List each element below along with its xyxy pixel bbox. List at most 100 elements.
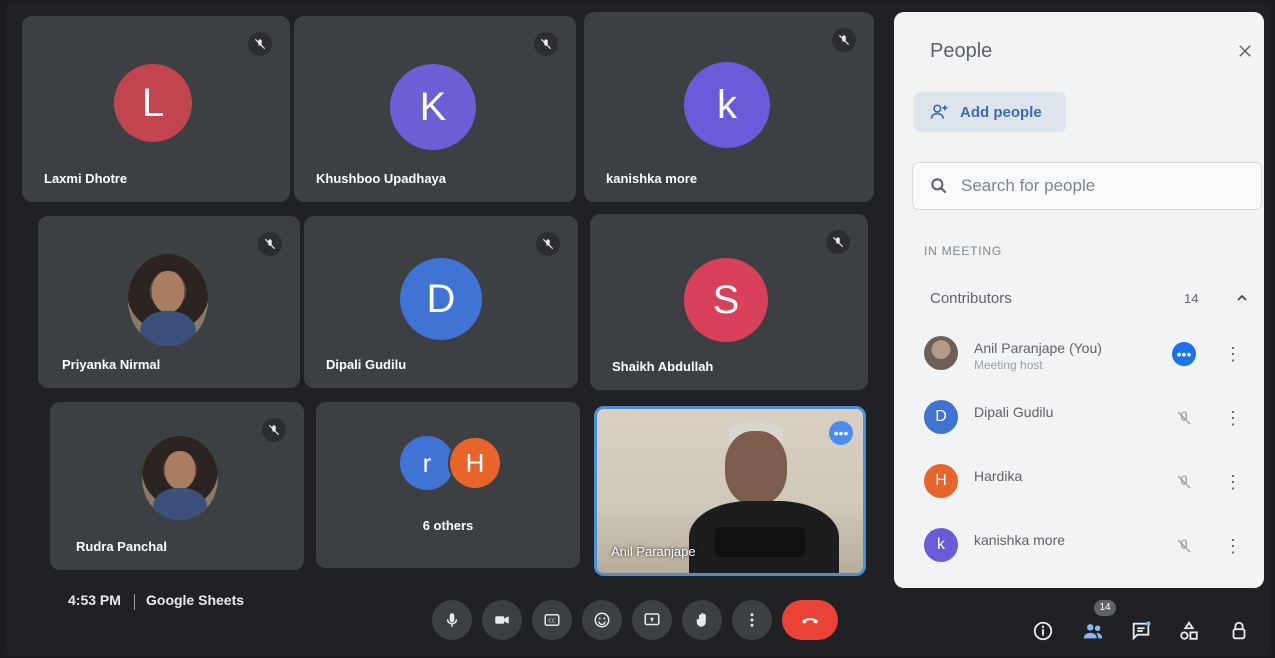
chat-icon	[1132, 621, 1151, 641]
avatar	[142, 436, 218, 520]
participant-tile[interactable]: Rudra Panchal	[50, 402, 304, 570]
participant-name: Shaikh Abdullah	[612, 359, 714, 374]
others-tile[interactable]: r H 6 others	[316, 402, 580, 568]
contributors-section-header[interactable]: Contributors 14	[912, 278, 1262, 318]
kebab-menu-icon[interactable]: ⋮	[1224, 534, 1242, 558]
list-item[interactable]: H Hardika ⋮	[924, 456, 1264, 506]
others-label: 6 others	[422, 518, 474, 533]
contributors-label: Contributors	[930, 289, 1012, 307]
participant-tile[interactable]: D Dipali Gudilu	[304, 216, 578, 388]
person-name: Dipali Gudilu	[974, 404, 1054, 420]
more-icon	[750, 613, 754, 627]
present-button[interactable]	[632, 600, 672, 640]
mic-button[interactable]	[432, 600, 472, 640]
emoji-button[interactable]	[582, 600, 622, 640]
people-icon	[1083, 624, 1103, 639]
search-icon	[931, 178, 947, 194]
mic-off-icon	[826, 230, 850, 254]
participant-tile[interactable]: k kanishka more	[584, 12, 874, 202]
avatar: L	[114, 64, 192, 142]
present-icon	[644, 613, 660, 626]
captions-button[interactable]: CC	[532, 600, 572, 640]
emoji-icon	[594, 612, 610, 628]
meeting-title: Google Sheets	[146, 592, 245, 608]
chat-button[interactable]	[1126, 616, 1156, 646]
avatar: k	[924, 528, 958, 562]
mic-off-icon	[534, 32, 558, 56]
avatar	[128, 254, 208, 346]
meet-screen: L Laxmi Dhotre K Khushboo Upadhaya k kan…	[6, 4, 1270, 656]
participant-name: kanishka more	[606, 171, 698, 186]
participant-name: Khushboo Upadhaya	[316, 171, 447, 186]
avatar: S	[684, 258, 768, 342]
mic-icon	[446, 613, 458, 627]
more-options-button[interactable]	[732, 600, 772, 640]
avatar: H	[924, 464, 958, 498]
participant-name: Rudra Panchal	[76, 539, 168, 554]
list-item[interactable]: D Dipali Gudilu ⋮	[924, 392, 1264, 442]
participant-name: Anil Paranjape	[611, 544, 696, 559]
add-people-button[interactable]: Add people	[914, 92, 1066, 132]
kebab-menu-icon[interactable]: ⋮	[1224, 406, 1242, 430]
list-item[interactable]: Anil Paranjape (You) Meeting host ••• ⋮	[924, 328, 1264, 378]
participant-tile[interactable]: L Laxmi Dhotre	[22, 16, 290, 202]
activities-icon	[1180, 621, 1198, 640]
participant-tile[interactable]: Priyanka Nirmal	[38, 216, 300, 388]
participant-tile[interactable]: S Shaikh Abdullah	[590, 214, 868, 390]
avatar: K	[390, 64, 476, 150]
meeting-details-button[interactable]	[1028, 616, 1058, 646]
avatar: k	[684, 62, 770, 148]
more-horizontal-icon: •••	[1172, 342, 1196, 366]
avatar: H	[448, 436, 502, 490]
mic-off-icon	[832, 28, 856, 52]
participant-name: Laxmi Dhotre	[44, 171, 128, 186]
person-name: Anil Paranjape (You)	[974, 340, 1102, 356]
panel-title: People	[930, 40, 993, 62]
people-button[interactable]	[1078, 616, 1108, 646]
add-people-label: Add people	[960, 103, 1042, 121]
people-panel: People Add people IN MEETING Contributor…	[894, 12, 1264, 588]
mic-off-icon	[1172, 534, 1196, 558]
person-name: Hardika	[974, 468, 1023, 484]
person-name: kanishka more	[974, 532, 1066, 548]
host-controls-icon	[1232, 621, 1246, 640]
mic-off-icon	[1172, 470, 1196, 494]
avatar: D	[924, 400, 958, 434]
svg-text:CC: CC	[548, 618, 556, 624]
avatar: r	[400, 436, 454, 490]
more-options-icon[interactable]: •••	[829, 421, 853, 445]
mic-off-icon	[1172, 406, 1196, 430]
people-count-badge: 14	[1094, 600, 1116, 616]
host-controls-button[interactable]	[1224, 616, 1254, 646]
raise-hand-button[interactable]	[682, 600, 722, 640]
camera-icon	[495, 616, 509, 624]
close-panel-button[interactable]	[1232, 38, 1258, 64]
host-options-button[interactable]: •••	[1172, 342, 1196, 366]
list-item[interactable]: k kanishka more ⋮	[924, 520, 1264, 570]
end-call-icon	[801, 618, 819, 624]
participant-name: Dipali Gudilu	[326, 357, 407, 372]
mic-off-icon	[248, 32, 272, 56]
raise-hand-icon	[696, 612, 706, 627]
captions-icon: CC	[544, 614, 560, 626]
meeting-time: 4:53 PM	[68, 592, 121, 608]
participant-tile[interactable]: K Khushboo Upadhaya	[294, 16, 576, 202]
kebab-menu-icon[interactable]: ⋮	[1224, 342, 1242, 366]
leave-call-button[interactable]	[782, 600, 838, 640]
mic-off-icon	[536, 232, 560, 256]
search-input[interactable]	[961, 176, 1221, 196]
add-person-icon	[930, 104, 948, 119]
section-label: IN MEETING	[924, 244, 1003, 258]
participant-name: Priyanka Nirmal	[62, 357, 161, 372]
close-icon	[1239, 45, 1251, 57]
self-video-tile[interactable]: ••• Anil Paranjape	[594, 406, 866, 576]
mic-off-icon	[262, 418, 286, 442]
camera-button[interactable]	[482, 600, 522, 640]
activities-button[interactable]	[1174, 616, 1204, 646]
mic-off-icon	[258, 232, 282, 256]
info-icon	[1033, 621, 1053, 641]
search-box[interactable]	[912, 162, 1262, 210]
avatar	[924, 336, 958, 370]
chevron-up-icon[interactable]	[1230, 286, 1254, 310]
kebab-menu-icon[interactable]: ⋮	[1224, 470, 1242, 494]
